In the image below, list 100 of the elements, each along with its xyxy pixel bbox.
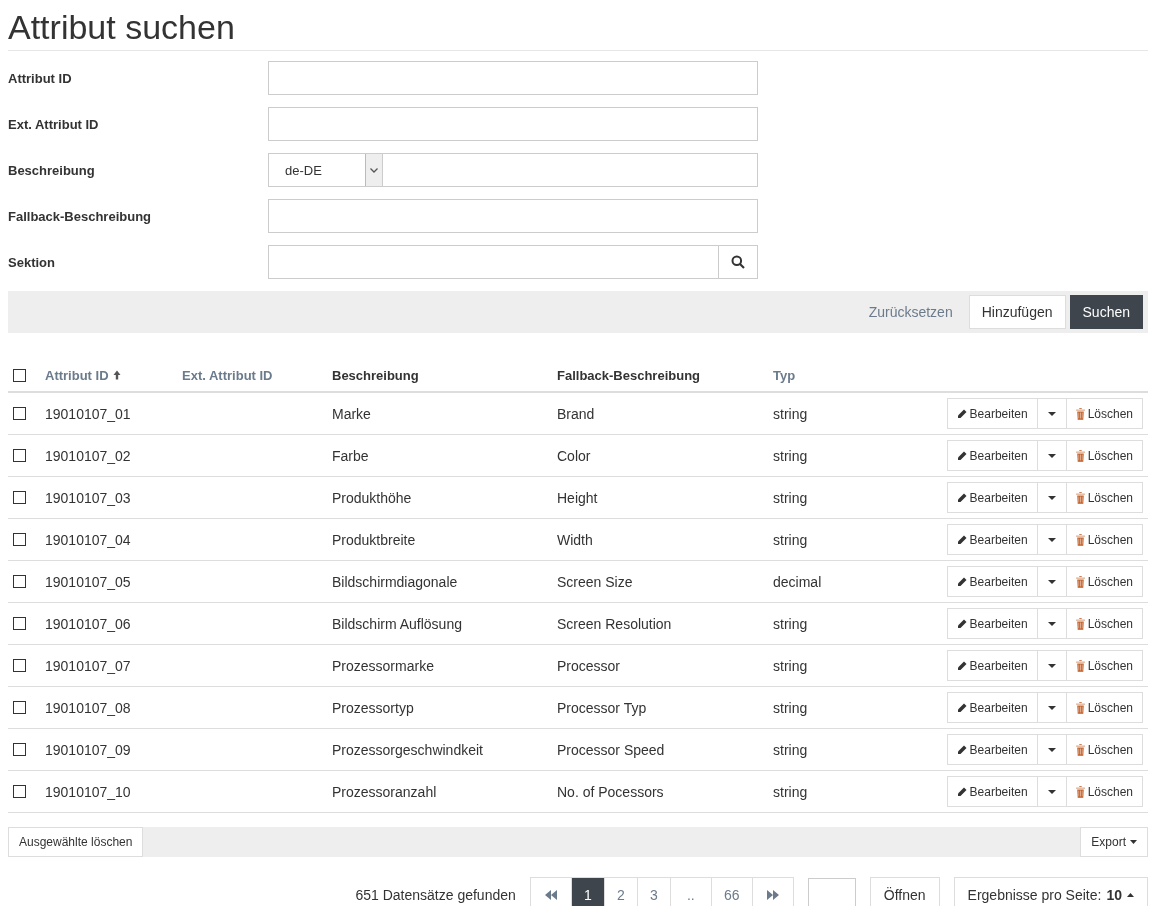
trash-icon: [1075, 491, 1085, 504]
caret-icon: [1047, 495, 1056, 500]
description: Prozessorgeschwindkeit: [332, 741, 483, 758]
page-button[interactable]: 66: [711, 878, 753, 906]
attribute-id: 19010107_04: [45, 531, 131, 548]
attribute-id: 19010107_02: [45, 447, 131, 464]
page-button[interactable]: 1: [571, 878, 605, 906]
checkbox[interactable]: [13, 617, 26, 630]
results-per-page-button[interactable]: Ergebnisse pro Seite: 10: [953, 877, 1148, 906]
caret-icon: [1047, 705, 1056, 710]
description: Farbe: [332, 447, 369, 464]
caret-icon: [1127, 892, 1134, 897]
attribute-id: 19010107_05: [45, 573, 131, 590]
checkbox[interactable]: [13, 743, 26, 756]
add-button[interactable]: Hinzufügen: [968, 295, 1066, 329]
attribute-id: 19010107_09: [45, 741, 131, 758]
input-field[interactable]: [268, 107, 758, 141]
pencil-icon: [956, 702, 967, 713]
column-header[interactable]: Typ: [773, 367, 796, 383]
column-header[interactable]: Ext. Attribut ID: [182, 367, 273, 383]
fallback-description: Color: [557, 447, 591, 464]
type: string: [773, 699, 808, 716]
column-header: Fallback-Beschreibung: [557, 367, 701, 383]
page-number-field[interactable]: [807, 878, 856, 906]
attribute-id: 19010107_06: [45, 615, 131, 632]
pencil-icon: [956, 492, 967, 503]
column-header: Beschreibung: [332, 367, 419, 383]
fallback-description: Brand: [557, 405, 595, 422]
field-label: Attribut ID: [8, 70, 73, 86]
page-button[interactable]: 3: [637, 878, 671, 906]
attribute-id: 19010107_03: [45, 489, 131, 506]
type: string: [773, 447, 808, 464]
fallback-description: Height: [557, 489, 598, 506]
checkbox[interactable]: [13, 407, 26, 420]
field-label: Sektion: [8, 254, 56, 270]
description: Produkthöhe: [332, 489, 412, 506]
type: string: [773, 531, 808, 548]
column-header[interactable]: Attribut ID: [45, 367, 109, 383]
checkbox[interactable]: [13, 659, 26, 672]
checkbox[interactable]: [13, 449, 26, 462]
fallback-description: Processor Speed: [557, 741, 665, 758]
type: string: [773, 615, 808, 632]
pencil-icon: [956, 576, 967, 587]
trash-icon: [1075, 407, 1085, 420]
pencil-icon: [956, 408, 967, 419]
pencil-icon: [956, 744, 967, 755]
fallback-description: Processor Typ: [557, 699, 647, 716]
caret-icon: [1047, 747, 1056, 752]
fallback-description: Screen Resolution: [557, 615, 672, 632]
attribute-id: 19010107_08: [45, 699, 131, 716]
delete-selected-button[interactable]: Ausgewählte löschen: [8, 827, 144, 857]
trash-icon: [1075, 533, 1085, 546]
trash-icon: [1075, 701, 1085, 714]
fallback-description: Width: [557, 531, 593, 548]
attribute-id: 19010107_10: [45, 783, 131, 800]
type: string: [773, 741, 808, 758]
caret-icon: [1047, 537, 1056, 542]
checkbox[interactable]: [13, 701, 26, 714]
page-button[interactable]: ..: [670, 878, 712, 906]
description: Prozessormarke: [332, 657, 434, 674]
trash-icon: [1075, 785, 1085, 798]
pencil-icon: [956, 660, 967, 671]
description: Produktbreite: [332, 531, 416, 548]
checkbox[interactable]: [13, 491, 26, 504]
reset-button[interactable]: Zurücksetzen: [856, 295, 965, 329]
input-field[interactable]: [268, 199, 758, 233]
input-field[interactable]: [268, 61, 758, 95]
export-button[interactable]: Export: [1080, 827, 1148, 857]
trash-icon: [1075, 449, 1085, 462]
description: Bildschirm Auflösung: [332, 615, 462, 632]
double-right-arrow-icon: [765, 889, 780, 900]
type: decimal: [773, 573, 822, 590]
type: string: [773, 783, 808, 800]
search-button[interactable]: Suchen: [1069, 295, 1143, 329]
trash-icon: [1075, 659, 1085, 672]
caret-icon: [1047, 663, 1056, 668]
type: string: [773, 489, 808, 506]
checkbox[interactable]: [13, 785, 26, 798]
page-button[interactable]: 2: [604, 878, 638, 906]
description: Marke: [332, 405, 371, 422]
trash-icon: [1075, 617, 1085, 630]
attribute-id: 19010107_01: [45, 405, 131, 422]
open-button[interactable]: Öffnen: [869, 877, 940, 906]
caret-icon: [1047, 621, 1056, 626]
type: string: [773, 657, 808, 674]
description: Bildschirmdiagonale: [332, 573, 458, 590]
caret-icon: [1047, 453, 1056, 458]
checkbox[interactable]: [13, 368, 26, 382]
description: Prozessortyp: [332, 699, 414, 716]
double-left-arrow-icon: [543, 889, 558, 900]
caret-icon: [1130, 840, 1137, 844]
page-title: Attribut suchen: [8, 8, 236, 46]
caret-icon: [1047, 789, 1056, 794]
type: string: [773, 405, 808, 422]
trash-icon: [1075, 743, 1085, 756]
pencil-icon: [956, 450, 967, 461]
fallback-description: Screen Size: [557, 573, 633, 590]
checkbox[interactable]: [13, 533, 26, 546]
pencil-icon: [956, 534, 967, 545]
checkbox[interactable]: [13, 575, 26, 588]
